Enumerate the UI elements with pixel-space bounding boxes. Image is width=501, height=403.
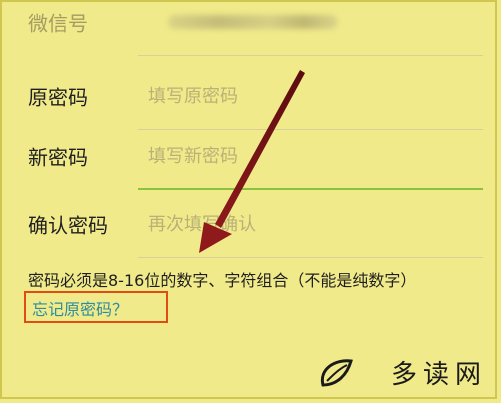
confirm-password-row: 确认密码 <box>28 190 483 258</box>
old-password-row: 原密码 <box>28 62 483 130</box>
old-password-label: 原密码 <box>28 85 88 110</box>
new-password-label: 新密码 <box>28 145 88 170</box>
wechat-id-label: 微信号 <box>28 11 88 36</box>
watermark-text: 多读网 <box>390 360 487 390</box>
divider <box>138 257 483 258</box>
confirm-password-label: 确认密码 <box>28 213 108 238</box>
wechat-id-value-obscured <box>168 15 338 29</box>
new-password-row: 新密码 <box>28 122 483 190</box>
confirm-password-input[interactable] <box>148 208 458 240</box>
forgot-password-link[interactable]: 忘记原密码？ <box>24 291 168 323</box>
divider <box>138 55 483 56</box>
leaf-logo-icon <box>320 359 353 387</box>
password-rule-hint: 密码必须是8-16位的数字、字符组合（不能是纯数字） <box>28 271 417 290</box>
old-password-input[interactable] <box>148 80 458 112</box>
new-password-input[interactable] <box>148 140 458 172</box>
wechat-id-row: 微信号 <box>28 0 483 56</box>
